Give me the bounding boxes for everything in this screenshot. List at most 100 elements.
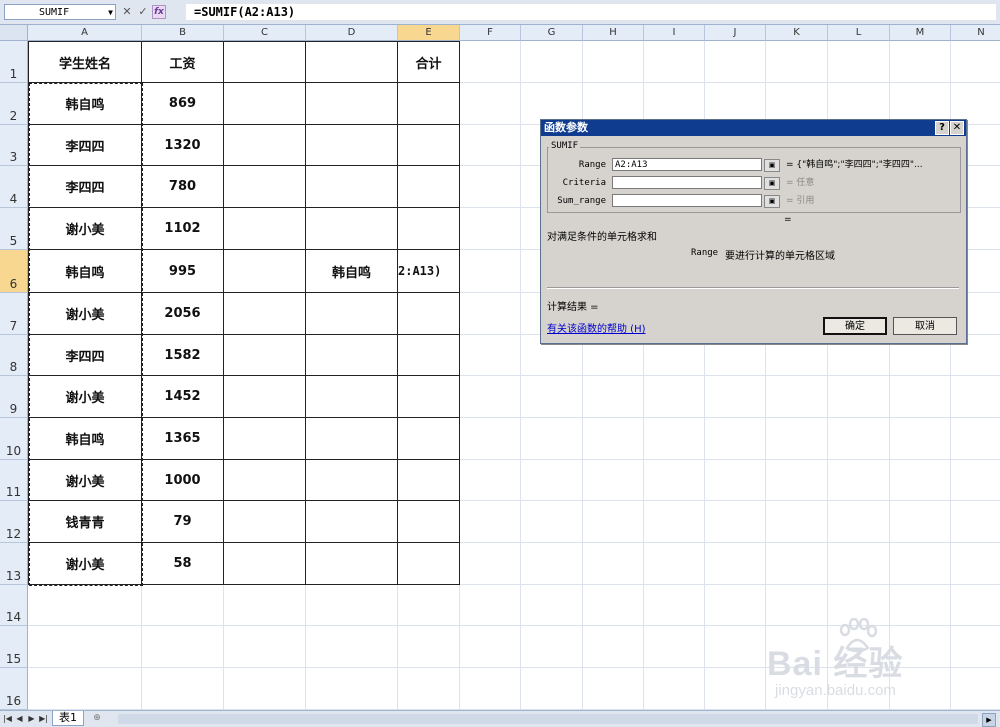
cell[interactable] bbox=[766, 668, 828, 710]
cell[interactable] bbox=[460, 418, 521, 460]
cell-b13[interactable]: 58 bbox=[142, 543, 224, 585]
cell[interactable] bbox=[28, 668, 142, 710]
cell-d12[interactable] bbox=[306, 501, 398, 543]
last-sheet-icon[interactable]: ▶| bbox=[38, 713, 49, 724]
cell[interactable] bbox=[142, 626, 224, 668]
cell-b4[interactable]: 780 bbox=[142, 166, 224, 208]
cell-e11[interactable] bbox=[398, 460, 460, 501]
select-all-corner[interactable] bbox=[0, 25, 28, 41]
row-header[interactable]: 11 bbox=[0, 460, 28, 501]
cell[interactable] bbox=[583, 501, 644, 543]
cell[interactable] bbox=[224, 668, 306, 710]
column-header[interactable]: D bbox=[306, 25, 398, 41]
column-header[interactable]: G bbox=[521, 25, 583, 41]
cell[interactable] bbox=[398, 585, 460, 626]
sum-range-input[interactable] bbox=[612, 194, 762, 207]
cell[interactable] bbox=[521, 376, 583, 418]
cell[interactable] bbox=[460, 585, 521, 626]
cell-d2[interactable] bbox=[306, 83, 398, 125]
cell-a5[interactable]: 谢小美 bbox=[28, 208, 142, 250]
cell[interactable] bbox=[828, 41, 890, 83]
cell[interactable] bbox=[890, 626, 951, 668]
cell-e3[interactable] bbox=[398, 125, 460, 166]
cell[interactable] bbox=[890, 41, 951, 83]
cell-a1[interactable]: 学生姓名 bbox=[28, 41, 142, 83]
row-header[interactable]: 3 bbox=[0, 125, 28, 166]
cell[interactable] bbox=[460, 166, 521, 208]
cell-d8[interactable] bbox=[306, 335, 398, 376]
cell-c1[interactable] bbox=[224, 41, 306, 83]
cell[interactable] bbox=[224, 585, 306, 626]
cell[interactable] bbox=[644, 460, 705, 501]
cell-b3[interactable]: 1320 bbox=[142, 125, 224, 166]
column-header[interactable]: J bbox=[705, 25, 766, 41]
cell[interactable] bbox=[951, 376, 1000, 418]
cell-c6[interactable] bbox=[224, 250, 306, 293]
cell[interactable] bbox=[828, 668, 890, 710]
cell-a3[interactable]: 李四四 bbox=[28, 125, 142, 166]
cell[interactable] bbox=[890, 376, 951, 418]
cell-a12[interactable]: 钱青青 bbox=[28, 501, 142, 543]
cell-e13[interactable] bbox=[398, 543, 460, 585]
column-header[interactable]: I bbox=[644, 25, 705, 41]
row-header[interactable]: 14 bbox=[0, 585, 28, 626]
cell[interactable] bbox=[460, 125, 521, 166]
cell[interactable] bbox=[890, 501, 951, 543]
cell-b8[interactable]: 1582 bbox=[142, 335, 224, 376]
cell[interactable] bbox=[705, 585, 766, 626]
cell-a7[interactable]: 谢小美 bbox=[28, 293, 142, 335]
cell-e2[interactable] bbox=[398, 83, 460, 125]
column-header[interactable]: F bbox=[460, 25, 521, 41]
cell[interactable] bbox=[705, 543, 766, 585]
cell[interactable] bbox=[766, 41, 828, 83]
cell[interactable] bbox=[460, 626, 521, 668]
cell[interactable] bbox=[460, 335, 521, 376]
cell-a6[interactable]: 韩自鸣 bbox=[28, 250, 142, 293]
cell[interactable] bbox=[705, 626, 766, 668]
first-sheet-icon[interactable]: |◀ bbox=[2, 713, 13, 724]
cell-c13[interactable] bbox=[224, 543, 306, 585]
cell-d1[interactable] bbox=[306, 41, 398, 83]
sheet-tab[interactable]: 表1 bbox=[52, 711, 84, 726]
cell[interactable] bbox=[460, 668, 521, 710]
cell[interactable] bbox=[890, 543, 951, 585]
cell[interactable] bbox=[460, 250, 521, 293]
cell[interactable] bbox=[521, 585, 583, 626]
chevron-down-icon[interactable]: ▼ bbox=[108, 5, 113, 21]
cell-d5[interactable] bbox=[306, 208, 398, 250]
dialog-titlebar[interactable]: 函数参数 ? ✕ bbox=[541, 120, 966, 136]
cell-a4[interactable]: 李四四 bbox=[28, 166, 142, 208]
cell-b1[interactable]: 工资 bbox=[142, 41, 224, 83]
cell[interactable] bbox=[705, 418, 766, 460]
cell[interactable] bbox=[705, 41, 766, 83]
cell-d9[interactable] bbox=[306, 376, 398, 418]
cell[interactable] bbox=[951, 626, 1000, 668]
column-header[interactable]: A bbox=[28, 25, 142, 41]
cell[interactable] bbox=[306, 668, 398, 710]
cell[interactable] bbox=[951, 668, 1000, 710]
cell-e4[interactable] bbox=[398, 166, 460, 208]
row-header[interactable]: 5 bbox=[0, 208, 28, 250]
cell[interactable] bbox=[951, 41, 1000, 83]
next-sheet-icon[interactable]: ▶ bbox=[26, 713, 37, 724]
cell-d11[interactable] bbox=[306, 460, 398, 501]
cell[interactable] bbox=[583, 668, 644, 710]
name-box[interactable]: SUMIF ▼ bbox=[4, 4, 116, 20]
collapse-dialog-icon[interactable]: ▣ bbox=[764, 195, 780, 208]
row-header[interactable]: 7 bbox=[0, 293, 28, 335]
cell-e12[interactable] bbox=[398, 501, 460, 543]
cell[interactable] bbox=[828, 626, 890, 668]
insert-function-icon[interactable]: fx bbox=[152, 5, 166, 19]
cell[interactable] bbox=[460, 543, 521, 585]
cell[interactable] bbox=[828, 376, 890, 418]
cell-a8[interactable]: 李四四 bbox=[28, 335, 142, 376]
cell-c4[interactable] bbox=[224, 166, 306, 208]
column-header[interactable]: K bbox=[766, 25, 828, 41]
cell[interactable] bbox=[890, 585, 951, 626]
cell[interactable] bbox=[766, 585, 828, 626]
cell[interactable] bbox=[28, 626, 142, 668]
cell-b7[interactable]: 2056 bbox=[142, 293, 224, 335]
cell[interactable] bbox=[951, 418, 1000, 460]
cell[interactable] bbox=[890, 460, 951, 501]
cell[interactable] bbox=[644, 418, 705, 460]
